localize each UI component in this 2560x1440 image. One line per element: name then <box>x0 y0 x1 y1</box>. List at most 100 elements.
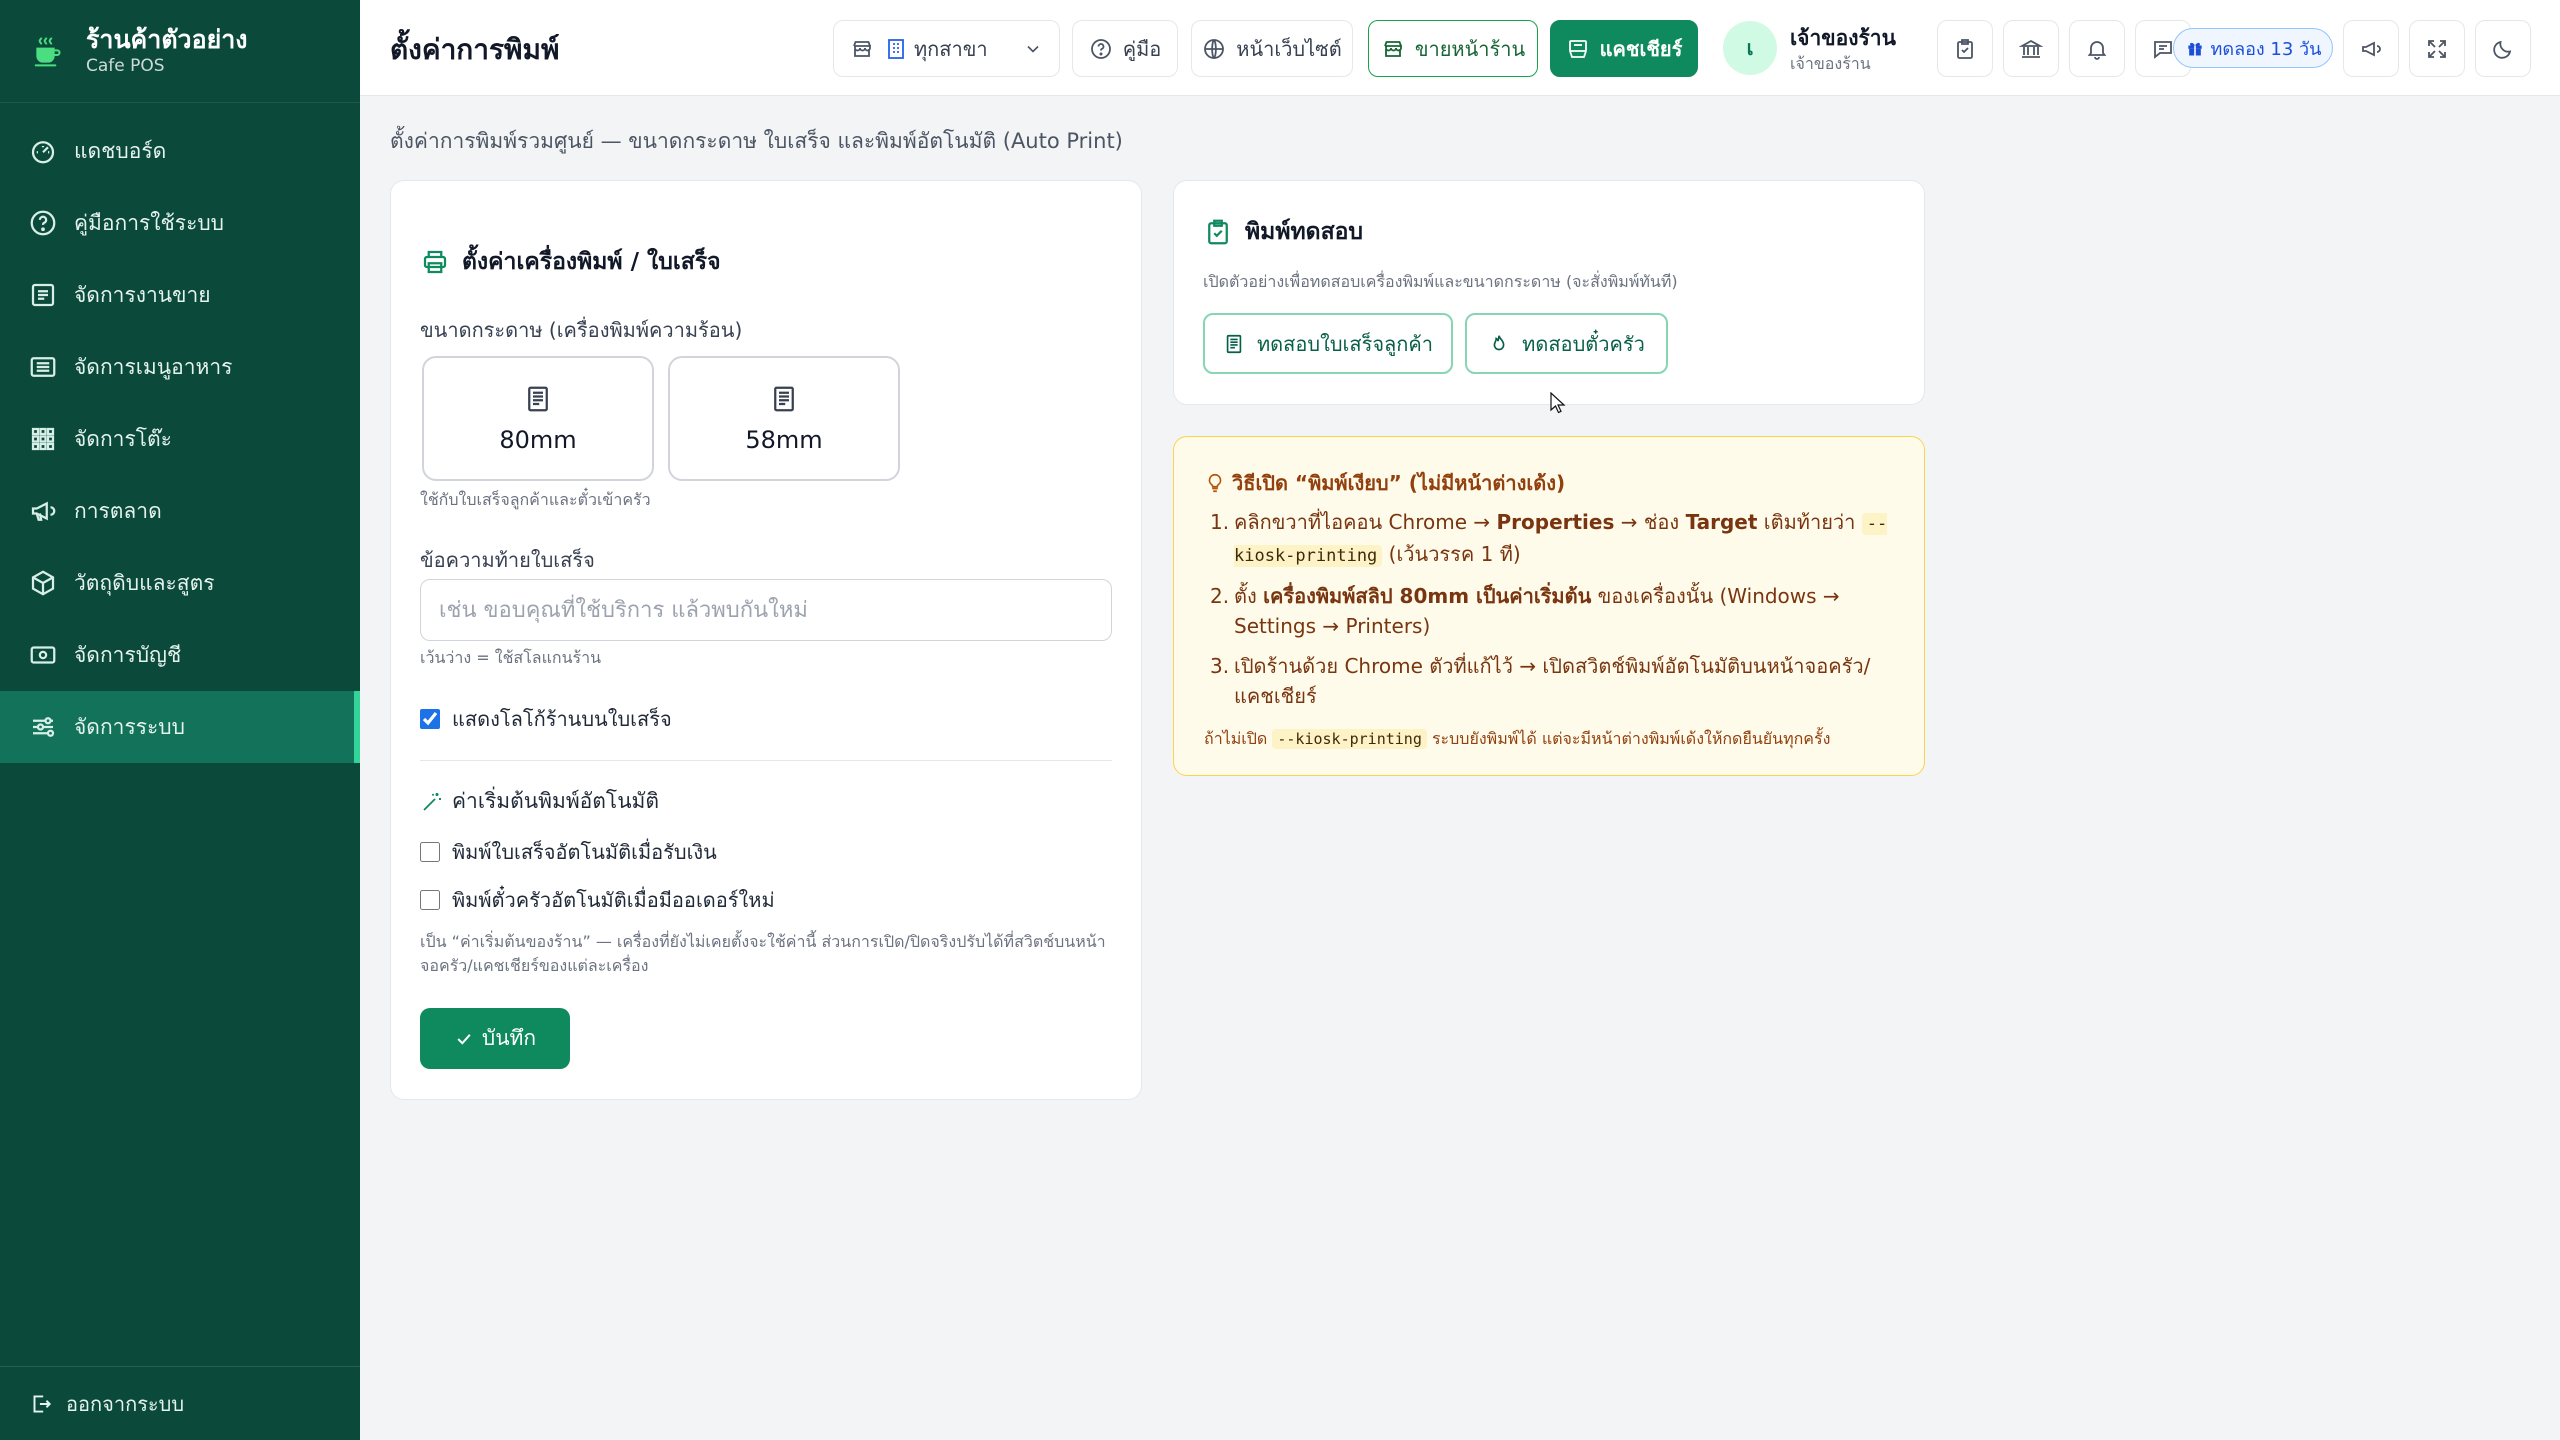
tip-step-text: ตั้ง เครื่องพิมพ์สลิป 80mm เป็นค่าเริ่มต… <box>1234 584 1840 638</box>
save-button[interactable]: บันทึก <box>420 1008 570 1069</box>
sidebar-item-tables[interactable]: จัดการโต๊ะ <box>0 403 360 475</box>
fullscreen-button[interactable] <box>2409 20 2465 77</box>
receipt-icon <box>774 386 794 411</box>
show-logo-label: แสดงโลโก้ร้านบนใบเสร็จ <box>452 707 672 731</box>
sidebar-item-label: จัดการโต๊ะ <box>74 426 172 451</box>
orders-button[interactable] <box>1937 20 1993 77</box>
banknote-icon <box>30 646 56 664</box>
chevron-down-icon <box>1027 45 1039 53</box>
megaphone-icon <box>2362 41 2381 56</box>
tip-step-number: 2. <box>1210 584 1230 608</box>
sliders-icon <box>33 717 55 737</box>
tip-step-number: 1. <box>1210 510 1230 534</box>
storefront-button[interactable]: ขายหน้าร้าน <box>1368 20 1538 77</box>
cash-register-icon <box>1568 39 1587 58</box>
logout-button[interactable]: ออกจากระบบ <box>0 1366 360 1440</box>
receipt-footer-hint: เว้นว่าง = ใช้สโลแกนร้าน <box>420 648 602 667</box>
auto-print-section-label: ค่าเริ่มต้นพิมพ์อัตโนมัติ <box>452 789 660 813</box>
theme-toggle-button[interactable] <box>2475 20 2531 77</box>
cashier-label: แคชเชียร์ <box>1599 36 1683 61</box>
chat-icon <box>2154 40 2172 59</box>
logout-label: ออกจากระบบ <box>66 1391 185 1416</box>
sidebar-item-inventory[interactable]: วัตถุดิบและสูตร <box>0 547 360 619</box>
brand[interactable]: ร้านค้าตัวอย่าง Cafe POS <box>0 0 360 103</box>
test-receipt-button[interactable]: ทดสอบใบเสร็จลูกค้า <box>1203 313 1453 374</box>
sidebar-item-manual[interactable]: คู่มือการใช้ระบบ <box>0 187 360 259</box>
tip-step-text: คลิกขวาที่ไอคอน Chrome → Properties → ช่… <box>1234 510 1888 567</box>
paper-size-hint: ใช้กับใบเสร็จลูกค้าและตั๋วเข้าครัว <box>420 490 651 509</box>
website-label: หน้าเว็บไซต์ <box>1236 36 1342 61</box>
test-receipt-label: ทดสอบใบเสร็จลูกค้า <box>1256 331 1434 356</box>
storefront-label: ขายหน้าร้าน <box>1414 36 1526 61</box>
sidebar-nav: แดชบอร์ด คู่มือการใช้ระบบ จัดการงานขาย จ… <box>0 103 360 763</box>
tip-steps: 1. คลิกขวาที่ไอคอน Chrome → Properties →… <box>1204 507 1904 721</box>
auto-kitchen-option[interactable]: พิมพ์ตั๋วครัวอัตโนมัติเมื่อมีออเดอร์ใหม่ <box>420 884 775 916</box>
top-header: ตั้งค่าการพิมพ์ ทุกสาขา คู่มือ หน้าเว็บไ… <box>360 0 2560 96</box>
coffee-cup-icon <box>34 37 61 67</box>
silent-print-tip-card: วิธีเปิด “พิมพ์เงียบ” (ไม่มีหน้าต่างเด้ง… <box>1173 436 1925 776</box>
manual-label: คู่มือ <box>1122 36 1162 61</box>
avatar[interactable]: เ <box>1723 21 1777 75</box>
sidebar: ร้านค้าตัวอย่าง Cafe POS แดชบอร์ด คู่มือ… <box>0 0 360 1440</box>
page-title: ตั้งค่าการพิมพ์ <box>390 33 560 66</box>
trial-label: ทดลอง 13 วัน <box>2210 38 2322 60</box>
auto-receipt-checkbox[interactable] <box>420 842 440 862</box>
cashier-button[interactable]: แคชเชียร์ <box>1550 20 1698 77</box>
website-button[interactable]: หน้าเว็บไซต์ <box>1191 20 1353 77</box>
printer-card-title: ตั้งค่าเครื่องพิมพ์ / ใบเสร็จ <box>420 244 721 280</box>
brand-subtitle: Cafe POS <box>86 56 165 76</box>
menu-list-icon <box>30 357 56 377</box>
auto-print-section-title: ค่าเริ่มต้นพิมพ์อัตโนมัติ <box>420 785 659 818</box>
sidebar-item-menu[interactable]: จัดการเมนูอาหาร <box>0 331 360 403</box>
lightbulb-icon <box>1208 473 1222 493</box>
paper-option-80mm[interactable]: 80mm <box>422 356 654 481</box>
magic-wand-icon <box>423 792 441 811</box>
sidebar-item-label: วัตถุดิบและสูตร <box>74 570 215 595</box>
save-label: บันทึก <box>481 1026 537 1050</box>
grid-icon <box>31 427 55 451</box>
sidebar-item-marketing[interactable]: การตลาด <box>0 475 360 547</box>
page-subtitle: ตั้งค่าการพิมพ์รวมศูนย์ — ขนาดกระดาษ ใบเ… <box>390 129 1123 153</box>
branch-select[interactable]: ทุกสาขา <box>833 20 1060 77</box>
paper-option-label: 58mm <box>745 425 823 454</box>
auto-print-hint-line-2: จอครัว/แคชเชียร์ของแต่ละเครื่อง <box>420 956 649 975</box>
trial-badge[interactable]: ทดลอง 13 วัน <box>2173 28 2333 68</box>
show-logo-checkbox[interactable] <box>420 709 440 729</box>
sidebar-item-label: จัดการงานขาย <box>74 282 211 307</box>
sidebar-item-label: จัดการบัญชี <box>74 642 182 667</box>
receipt-icon <box>1226 334 1242 353</box>
tip-step-3: 3. เปิดร้านด้วย Chrome ตัวที่แก้ไว้ → เป… <box>1204 651 1904 711</box>
paper-size-label: ขนาดกระดาษ (เครื่องพิมพ์ความร้อน) <box>420 318 743 342</box>
auto-receipt-option[interactable]: พิมพ์ใบเสร็จอัตโนมัติเมื่อรับเงิน <box>420 836 717 868</box>
show-logo-option[interactable]: แสดงโลโก้ร้านบนใบเสร็จ <box>420 703 672 735</box>
megaphone-icon <box>31 501 56 521</box>
sidebar-item-system[interactable]: จัดการระบบ <box>0 691 360 763</box>
tip-step-1: 1. คลิกขวาที่ไอคอน Chrome → Properties →… <box>1204 507 1904 571</box>
bank-button[interactable] <box>2003 20 2059 77</box>
sidebar-item-label: แดชบอร์ด <box>74 138 167 163</box>
auto-kitchen-checkbox[interactable] <box>420 890 440 910</box>
announcements-button[interactable] <box>2343 20 2399 77</box>
test-kitchen-label: ทดสอบตั๋วครัว <box>1522 331 1645 356</box>
test-kitchen-button[interactable]: ทดสอบตั๋วครัว <box>1465 313 1668 374</box>
user-name[interactable]: เจ้าของร้าน <box>1790 22 1896 55</box>
sidebar-item-label: จัดการระบบ <box>74 714 185 739</box>
receipt-footer-input[interactable] <box>420 579 1112 641</box>
printer-icon <box>423 250 447 274</box>
globe-icon <box>1204 38 1225 59</box>
notifications-button[interactable] <box>2069 20 2125 77</box>
auto-print-hint-line-1: เป็น “ค่าเริ่มต้นของร้าน” — เครื่องที่ยั… <box>420 932 1106 951</box>
sidebar-item-accounting[interactable]: จัดการบัญชี <box>0 619 360 691</box>
moon-icon <box>2493 40 2512 59</box>
sidebar-item-dashboard[interactable]: แดชบอร์ด <box>0 115 360 187</box>
bell-icon <box>2087 40 2107 60</box>
sidebar-item-sales[interactable]: จัดการงานขาย <box>0 259 360 331</box>
logout-icon <box>33 1394 52 1413</box>
tip-title: วิธีเปิด “พิมพ์เงียบ” (ไม่มีหน้าต่างเด้ง… <box>1204 467 1565 499</box>
bank-icon <box>2019 39 2043 58</box>
receipt-icon <box>528 386 548 411</box>
gauge-icon <box>31 141 55 164</box>
manual-button[interactable]: คู่มือ <box>1072 20 1178 77</box>
branch-select-value: ทุกสาขา <box>914 36 988 61</box>
paper-option-58mm[interactable]: 58mm <box>668 356 900 481</box>
